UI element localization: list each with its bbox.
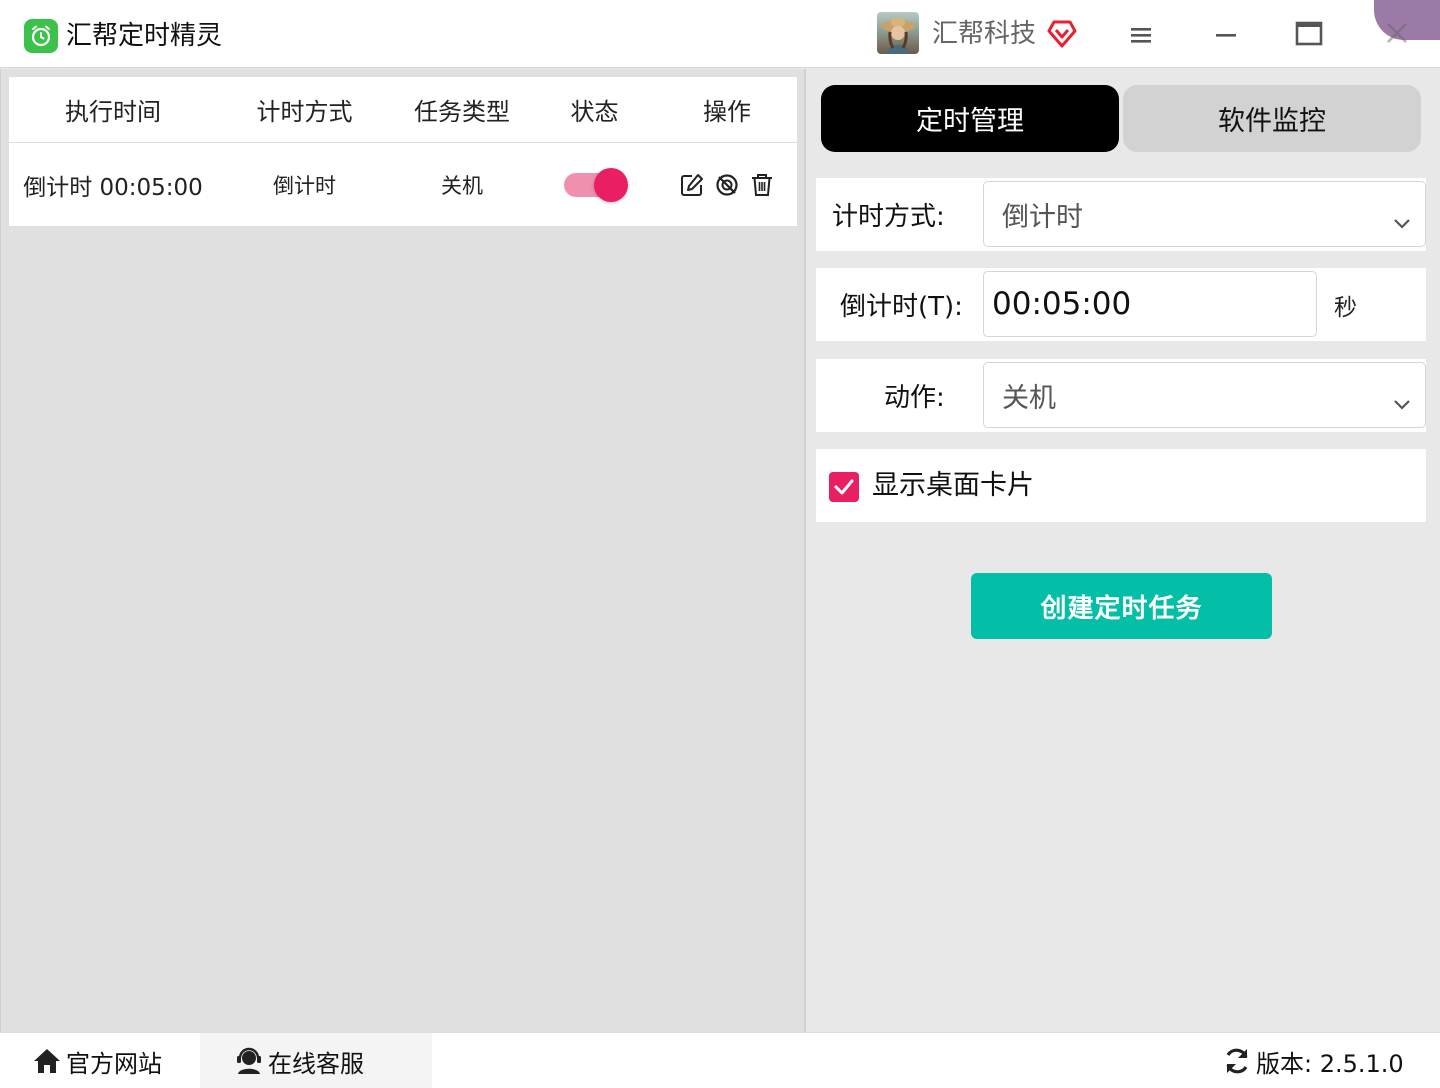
header-actions: 操作 bbox=[703, 98, 751, 126]
cell-exec-time: 倒计时 00:05:00 bbox=[23, 174, 203, 201]
action-row: 动作: 关机 bbox=[816, 359, 1426, 432]
official-site-link[interactable]: 官方网站 bbox=[32, 1033, 200, 1088]
refresh-icon bbox=[1226, 1048, 1248, 1074]
tab-timer-management[interactable]: 定时管理 bbox=[821, 85, 1119, 152]
chevron-down-icon bbox=[1393, 207, 1411, 238]
title-bar: 汇帮定时精灵 汇帮科技 bbox=[0, 0, 1440, 68]
version-label: 版本: 2.5.1.0 bbox=[1256, 1049, 1404, 1078]
action-select[interactable]: 关机 bbox=[983, 362, 1426, 428]
chevron-down-icon bbox=[1393, 388, 1411, 419]
header-timing-mode: 计时方式 bbox=[256, 98, 353, 126]
customer-service-icon bbox=[237, 1047, 261, 1074]
online-service-label: 在线客服 bbox=[268, 1049, 364, 1078]
vip-heart-icon[interactable] bbox=[1046, 18, 1078, 52]
delete-icon[interactable] bbox=[749, 171, 776, 198]
cell-actions bbox=[657, 143, 797, 226]
online-service-link[interactable]: 在线客服 bbox=[200, 1033, 432, 1088]
task-table: 执行时间 计时方式 任务类型 状态 操作 倒计时 00:05:00 倒计时 关机 bbox=[9, 77, 797, 227]
table-header: 执行时间 计时方式 任务类型 状态 操作 bbox=[9, 77, 797, 143]
show-card-label[interactable]: 显示桌面卡片 bbox=[872, 468, 1034, 504]
menu-icon[interactable] bbox=[1128, 22, 1154, 52]
action-value: 关机 bbox=[1002, 382, 1056, 414]
countdown-label: 倒计时(T): bbox=[840, 292, 963, 322]
minimize-icon[interactable] bbox=[1214, 22, 1238, 52]
edit-icon[interactable] bbox=[679, 171, 706, 198]
countdown-input[interactable]: 00:05:00 bbox=[983, 271, 1317, 337]
version-info[interactable]: 版本: 2.5.1.0 bbox=[1222, 1033, 1404, 1088]
cell-status bbox=[532, 143, 657, 226]
close-icon[interactable] bbox=[1384, 20, 1410, 50]
header-task-type: 任务类型 bbox=[414, 98, 510, 126]
header-exec-time: 执行时间 bbox=[65, 98, 161, 126]
alarm-clock-icon bbox=[31, 25, 51, 47]
toggle-knob bbox=[593, 167, 628, 202]
status-toggle[interactable] bbox=[563, 167, 628, 202]
task-list-panel: 执行时间 计时方式 任务类型 状态 操作 倒计时 00:05:00 倒计时 关机 bbox=[0, 69, 806, 1032]
create-task-button[interactable]: 创建定时任务 bbox=[971, 573, 1272, 639]
home-icon bbox=[34, 1049, 60, 1073]
avatar[interactable] bbox=[877, 12, 919, 54]
timing-mode-select[interactable]: 倒计时 bbox=[983, 181, 1426, 247]
user-name[interactable]: 汇帮科技 bbox=[932, 18, 1036, 50]
disable-icon[interactable] bbox=[714, 171, 741, 198]
table-row: 倒计时 00:05:00 倒计时 关机 bbox=[9, 143, 797, 227]
cell-timing-mode: 倒计时 bbox=[273, 173, 336, 198]
show-card-checkbox[interactable] bbox=[829, 472, 859, 502]
cell-task-type: 关机 bbox=[441, 173, 483, 198]
footer-bar: 官方网站 在线客服 版本: 2.5.1.0 bbox=[0, 1032, 1440, 1088]
app-logo bbox=[24, 19, 58, 53]
countdown-unit: 秒 bbox=[1334, 294, 1357, 321]
action-label: 动作: bbox=[884, 383, 945, 413]
checkmark-icon bbox=[834, 479, 854, 495]
official-site-label: 官方网站 bbox=[66, 1049, 162, 1078]
app-title: 汇帮定时精灵 bbox=[66, 21, 223, 51]
header-status: 状态 bbox=[570, 98, 619, 126]
timing-mode-value: 倒计时 bbox=[1002, 201, 1083, 233]
tab-software-monitor[interactable]: 软件监控 bbox=[1123, 85, 1421, 152]
maximize-icon[interactable] bbox=[1294, 20, 1324, 52]
timing-mode-label: 计时方式: bbox=[832, 202, 945, 232]
timing-mode-row: 计时方式: 倒计时 bbox=[816, 178, 1426, 251]
countdown-row: 倒计时(T): 00:05:00 秒 bbox=[816, 268, 1426, 341]
